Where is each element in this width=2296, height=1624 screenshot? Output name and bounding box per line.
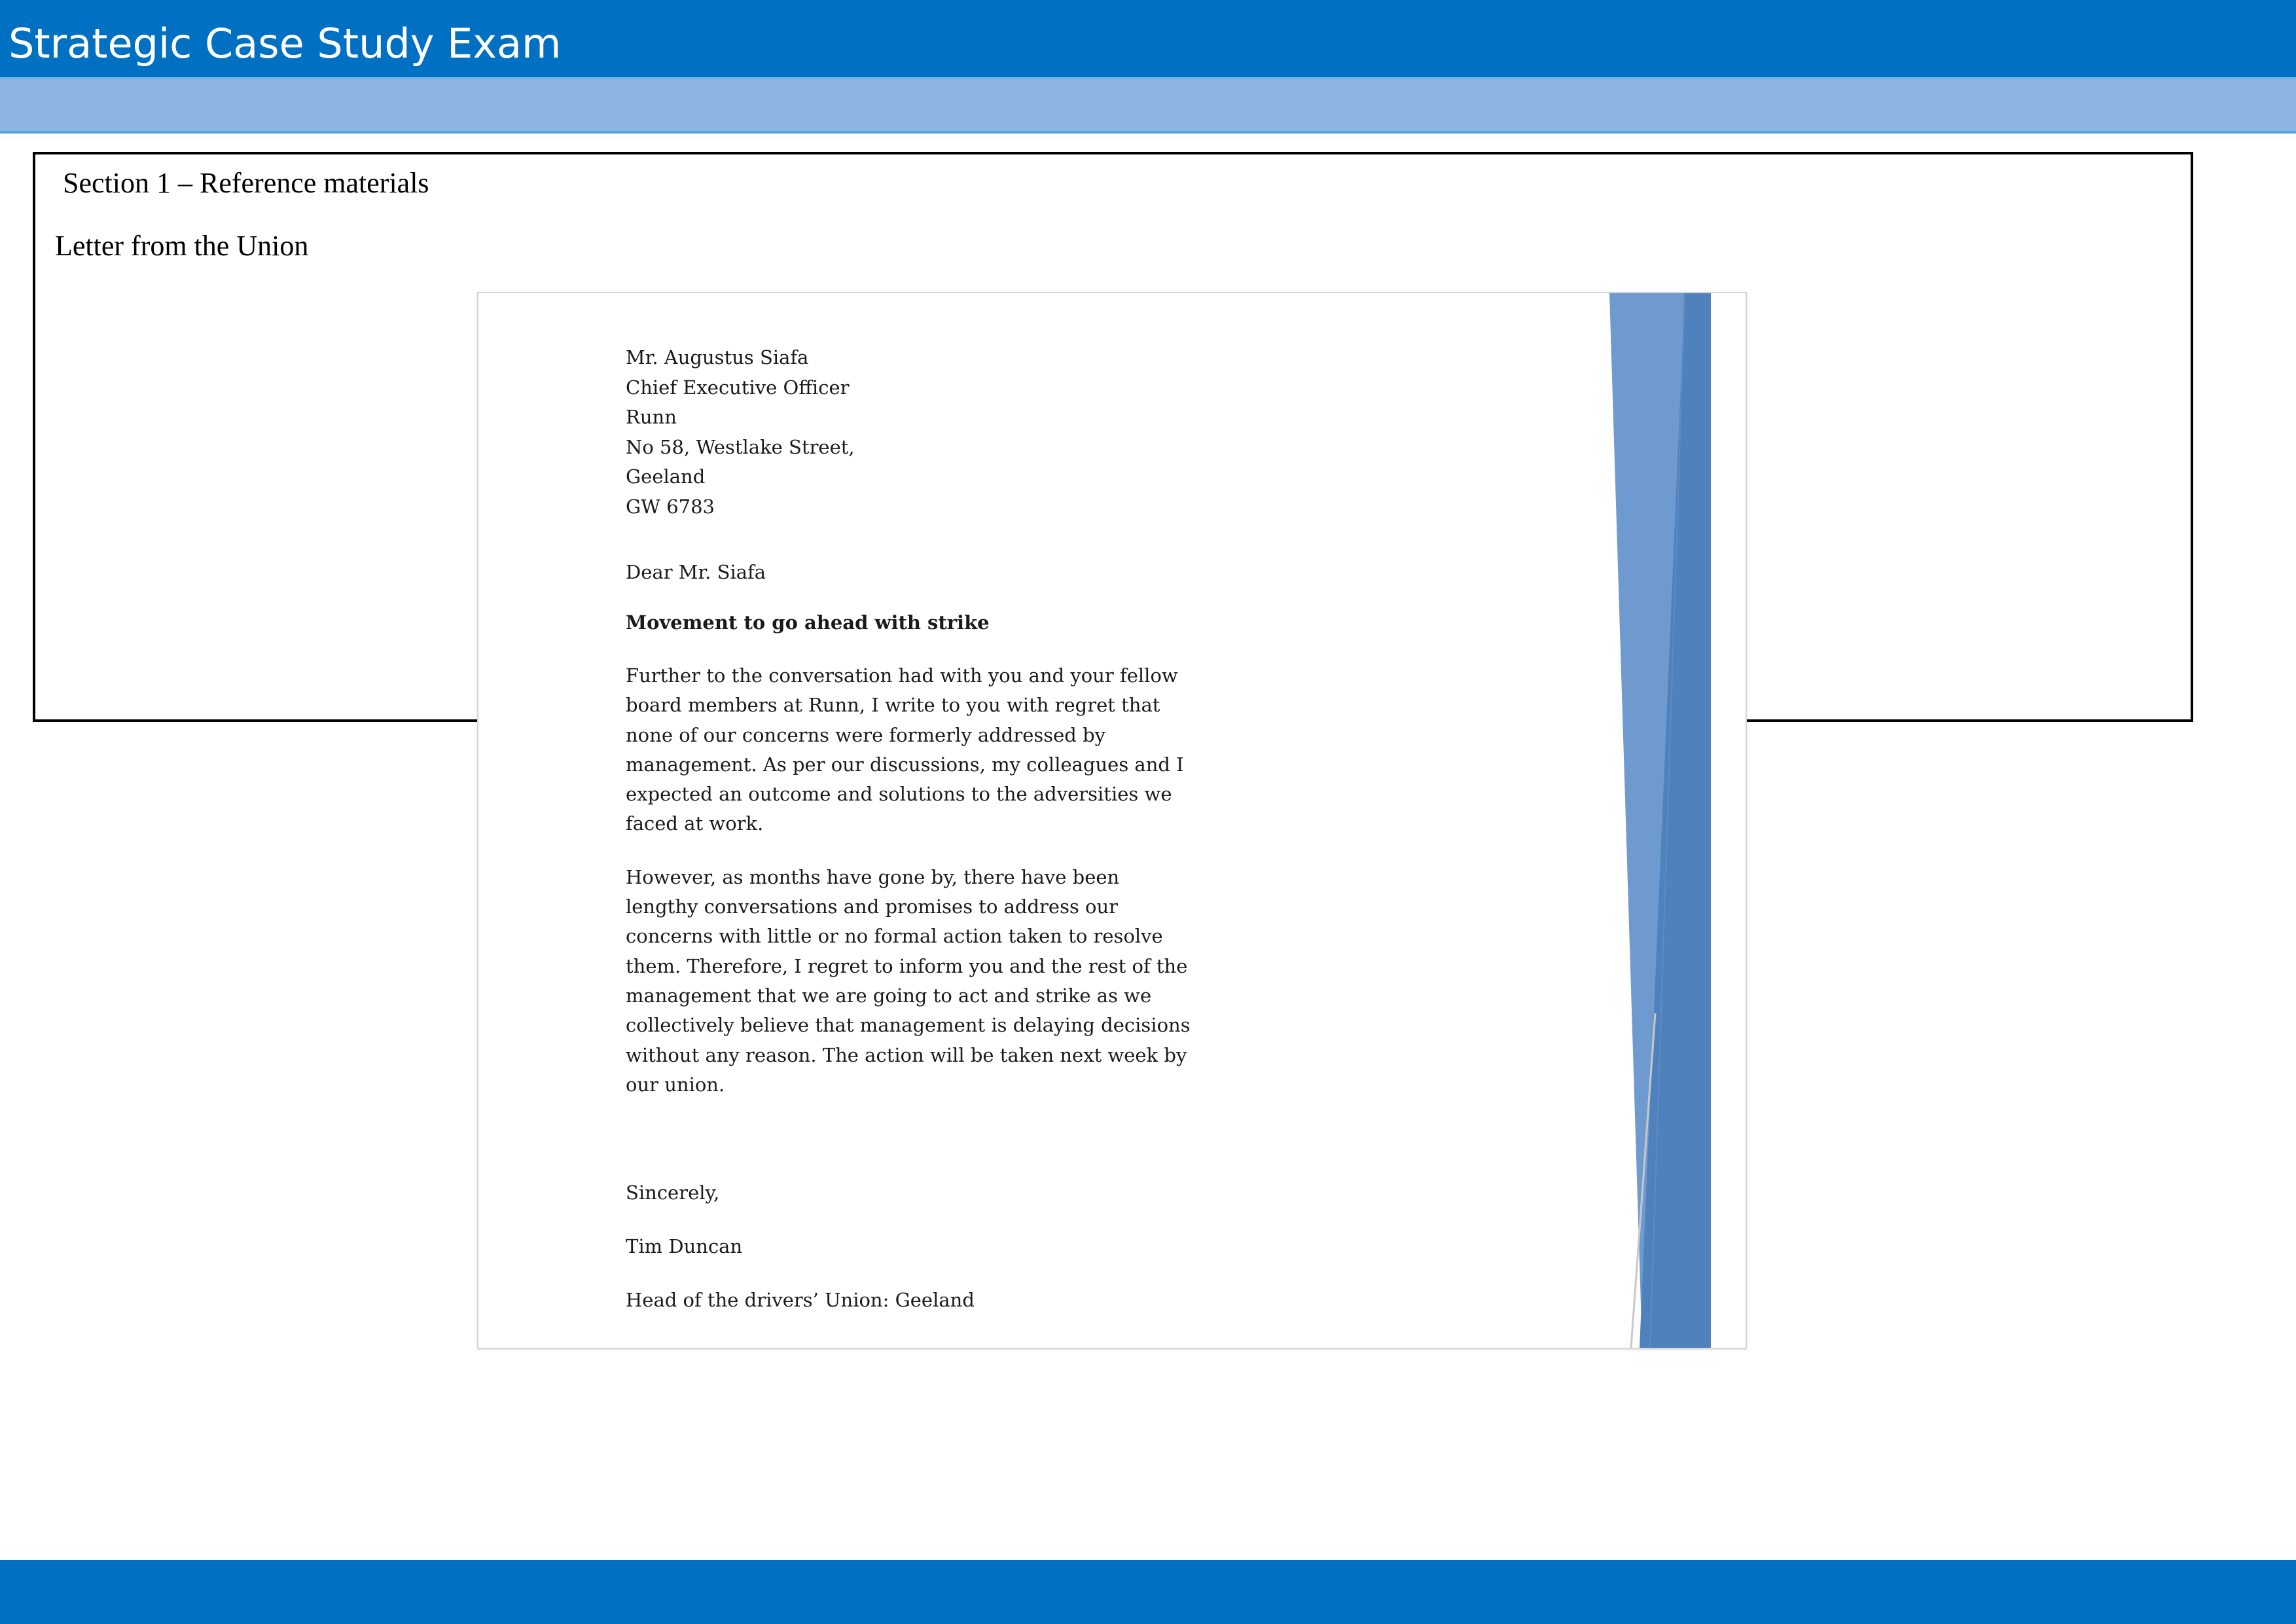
letter-paragraph: However, as months have gone by, there h… bbox=[626, 865, 1191, 1096]
union-letter-image: Mr. Augustus Siafa Chief Executive Offic… bbox=[477, 292, 1747, 1349]
footer-bar bbox=[0, 1560, 2296, 1624]
letter-closing: Sincerely, bbox=[626, 1182, 720, 1204]
section-heading: Section 1 – Reference materials bbox=[63, 167, 429, 199]
header-bar: Strategic Case Study Exam bbox=[0, 0, 2296, 77]
signer-name: Tim Duncan bbox=[626, 1235, 743, 1258]
recipient-position: Chief Executive Officer bbox=[626, 376, 850, 399]
reference-title: Letter from the Union bbox=[55, 230, 309, 262]
recipient-name: Mr. Augustus Siafa bbox=[626, 346, 809, 369]
signer-title: Head of the drivers’ Union: Geeland bbox=[626, 1289, 975, 1312]
letter-body: Mr. Augustus Siafa Chief Executive Offic… bbox=[626, 343, 1202, 1315]
letter-subject: Movement to go ahead with strike bbox=[626, 611, 990, 634]
exam-title: Strategic Case Study Exam bbox=[9, 20, 562, 67]
letter-paragraph: Further to the conversation had with you… bbox=[626, 664, 1184, 835]
recipient-street: No 58, Westlake Street, bbox=[626, 435, 855, 458]
recipient-postcode: GW 6783 bbox=[626, 495, 715, 518]
letter-salutation: Dear Mr. Siafa bbox=[626, 561, 766, 583]
recipient-company: Runn bbox=[626, 406, 677, 428]
toolbar-strip bbox=[0, 77, 2296, 134]
recipient-city: Geeland bbox=[626, 465, 706, 488]
